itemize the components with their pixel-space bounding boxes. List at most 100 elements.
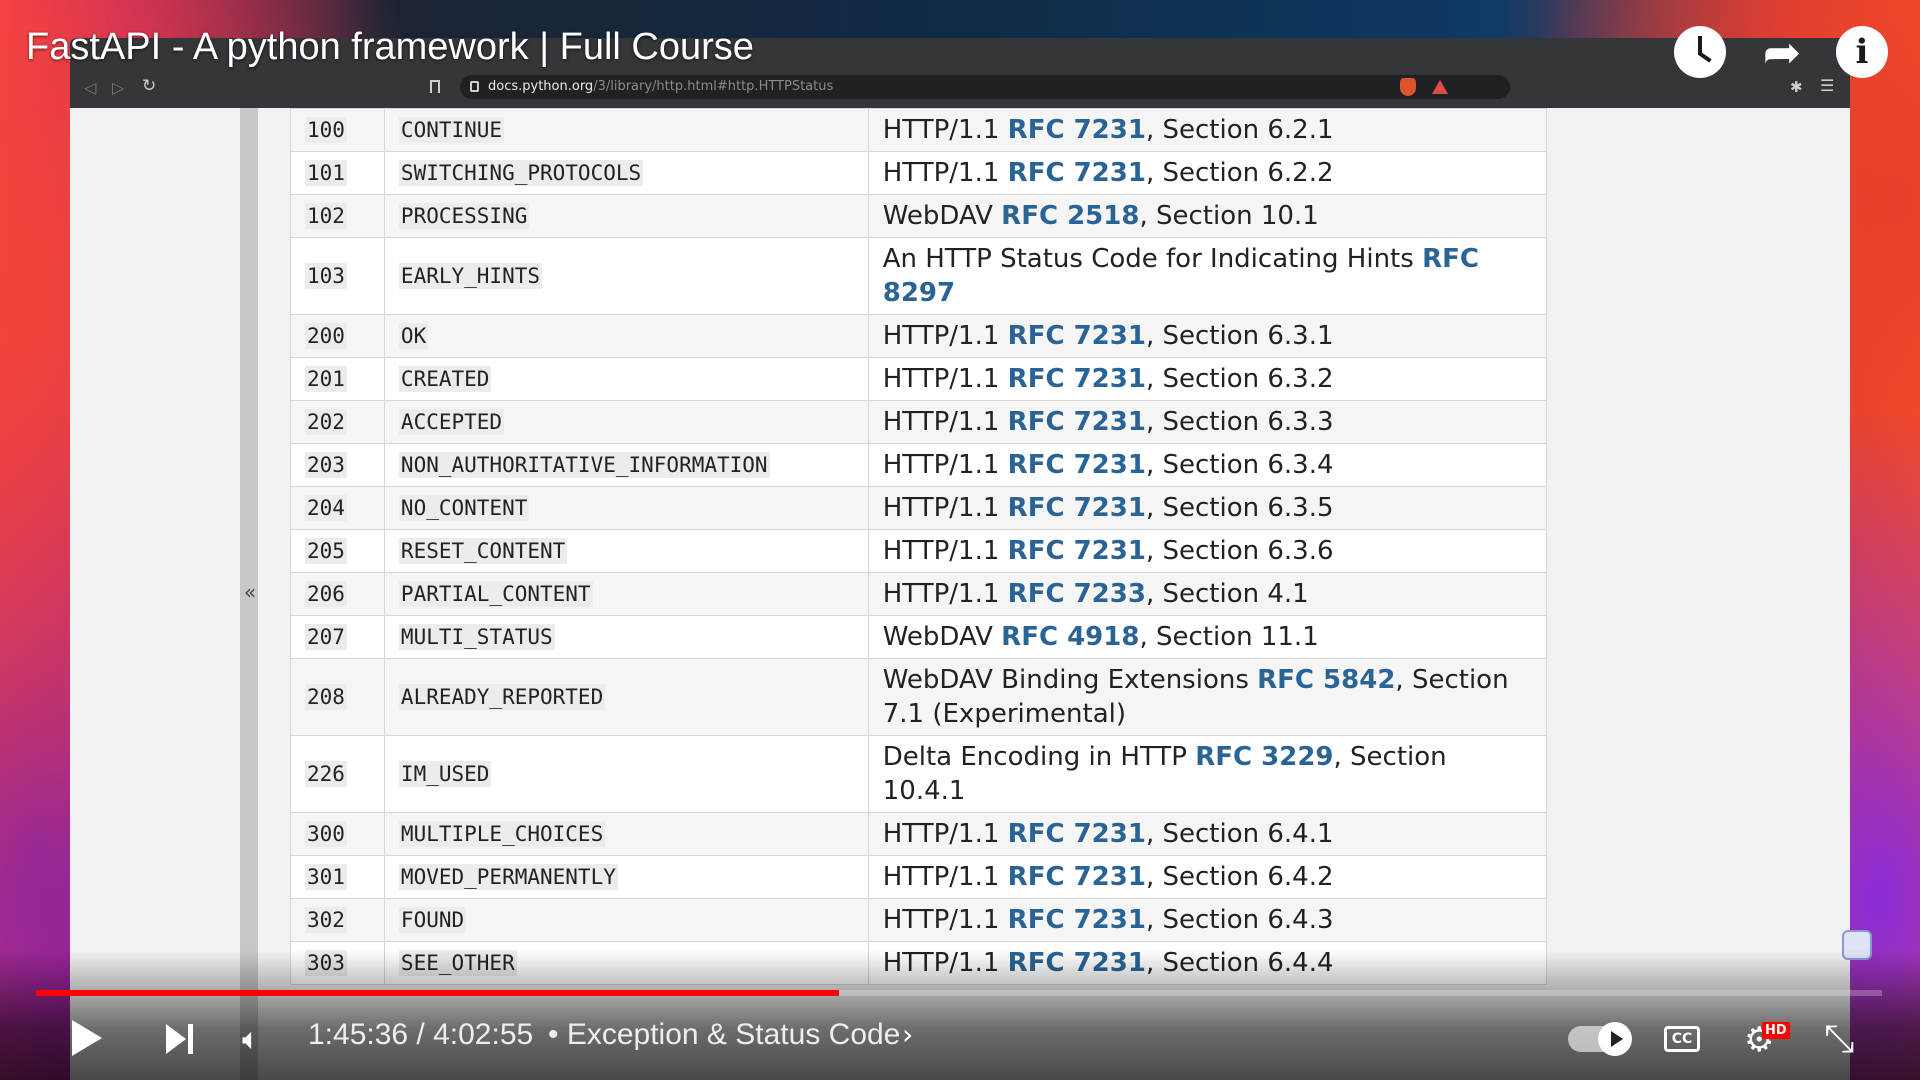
description-suffix: , Section 6.3.1 (1145, 321, 1334, 351)
status-name-cell: ALREADY_REPORTED (383, 658, 869, 736)
status-description-cell: HTTP/1.1 RFC 7231, Section 6.4.2 (867, 855, 1548, 899)
rfc-link[interactable]: RFC 2518 (1001, 201, 1139, 231)
status-name-cell: EARLY_HINTS (383, 237, 869, 315)
brave-shield-icon[interactable] (1400, 78, 1416, 96)
chapter-title[interactable]: • Exception & Status Code (548, 1018, 900, 1052)
status-description-cell: HTTP/1.1 RFC 7231, Section 6.4.3 (867, 898, 1548, 942)
rfc-link[interactable]: RFC 7231 (1008, 819, 1146, 849)
address-bar[interactable]: docs.python.org/3/library/http.html#http… (460, 75, 1510, 99)
puzzle-extensions-icon[interactable]: ✱ (1790, 78, 1803, 96)
description-prefix: HTTP/1.1 (882, 862, 1008, 892)
rfc-link[interactable]: RFC 4918 (1001, 622, 1139, 652)
table-row: 226 IM_USED Delta Encoding in HTTP RFC 322… (290, 735, 1548, 813)
status-description-cell: HTTP/1.1 RFC 7231, Section 6.2.1 (867, 108, 1548, 152)
description-prefix: HTTP/1.1 (882, 115, 1008, 145)
fullscreen-exit-icon[interactable]: ⤡ (1824, 1016, 1854, 1061)
rfc-link[interactable]: RFC 7231 (1008, 536, 1146, 566)
table-row: 100 CONTINUE HTTP/1.1 RFC 7231, Section 6.… (290, 108, 1548, 152)
status-code: 208 (305, 684, 347, 710)
skip-next-icon[interactable] (166, 1024, 194, 1054)
status-description-cell: HTTP/1.1 RFC 7231, Section 6.3.5 (867, 486, 1548, 530)
status-name: RESET_CONTENT (398, 538, 568, 564)
rfc-link[interactable]: RFC 7231 (1008, 364, 1146, 394)
reload-icon[interactable]: ↻ (142, 76, 156, 96)
status-name-cell: NON_AUTHORITATIVE_INFORMATION (383, 443, 869, 487)
status-name-cell: RESET_CONTENT (383, 529, 869, 573)
status-name: NO_CONTENT (398, 495, 530, 521)
description-prefix: WebDAV (882, 201, 1002, 231)
status-code-cell: 301 (290, 855, 385, 899)
status-code-cell: 302 (290, 898, 385, 942)
status-name: MULTI_STATUS (398, 624, 555, 650)
sidebar-collapse-button[interactable]: « (240, 580, 260, 604)
menu-icon[interactable]: ☰ (1820, 76, 1834, 95)
play-icon[interactable] (72, 1020, 102, 1056)
status-name-cell: MULTI_STATUS (383, 615, 869, 659)
table-row: 200 OK HTTP/1.1 RFC 7231, Section 6.3.1 (290, 314, 1548, 358)
back-arrow-icon[interactable]: ◁ (84, 78, 96, 97)
status-code-cell: 207 (290, 615, 385, 659)
status-name-cell: ACCEPTED (383, 400, 869, 444)
table-row: 201 CREATED HTTP/1.1 RFC 7231, Section 6.3… (290, 357, 1548, 401)
rfc-link[interactable]: RFC 7231 (1008, 862, 1146, 892)
description-prefix: Delta Encoding in HTTP (882, 742, 1196, 772)
status-description-cell: An HTTP Status Code for Indicating Hints… (867, 237, 1548, 315)
time-display: 1:45:36 / 4:02:55 (308, 1018, 534, 1051)
rfc-link[interactable]: RFC 7231 (1008, 321, 1146, 351)
status-name: EARLY_HINTS (398, 263, 542, 289)
table-row: 103 EARLY_HINTS An HTTP Status Code for In… (290, 237, 1548, 315)
forward-arrow-icon[interactable]: ▷ (112, 78, 124, 97)
rewards-triangle-icon[interactable] (1432, 80, 1448, 94)
status-description-cell: HTTP/1.1 RFC 7231, Section 6.2.2 (867, 151, 1548, 195)
status-name-cell: MULTIPLE_CHOICES (383, 812, 869, 856)
status-description-cell: WebDAV RFC 2518, Section 10.1 (867, 194, 1548, 238)
status-code: 226 (305, 761, 347, 787)
captions-button[interactable]: CC (1664, 1026, 1700, 1052)
status-name-cell: PARTIAL_CONTENT (383, 572, 869, 616)
info-icon[interactable]: i (1836, 26, 1888, 78)
lock-icon (470, 81, 479, 92)
status-code-cell: 100 (290, 108, 385, 152)
status-name: PROCESSING (398, 203, 530, 229)
rfc-link[interactable]: RFC 7231 (1008, 905, 1146, 935)
rfc-link[interactable]: RFC 7231 (1008, 493, 1146, 523)
rfc-link[interactable]: RFC 7233 (1008, 579, 1146, 609)
volume-icon[interactable]: 🔈︎ (242, 1022, 260, 1057)
rfc-link[interactable]: RFC 7231 (1008, 450, 1146, 480)
status-code: 207 (305, 624, 347, 650)
description-prefix: HTTP/1.1 (882, 579, 1008, 609)
rfc-link[interactable]: RFC 5842 (1257, 665, 1395, 695)
clock-icon[interactable] (1674, 26, 1726, 78)
status-name-cell: OK (383, 314, 869, 358)
status-code-cell: 102 (290, 194, 385, 238)
progress-bar[interactable] (36, 990, 1882, 996)
status-name-cell: CREATED (383, 357, 869, 401)
status-description-cell: HTTP/1.1 RFC 7231, Section 6.3.6 (867, 529, 1548, 573)
table-row: 206 PARTIAL_CONTENT HTTP/1.1 RFC 7233, Sec… (290, 572, 1548, 616)
description-suffix: , Section 6.3.5 (1145, 493, 1334, 523)
description-suffix: , Section 6.4.2 (1145, 862, 1334, 892)
status-code-cell: 200 (290, 314, 385, 358)
video-title[interactable]: FastAPI - A python framework | Full Cour… (26, 26, 754, 69)
rfc-link[interactable]: RFC 7231 (1008, 115, 1146, 145)
status-description-cell: HTTP/1.1 RFC 7231, Section 6.3.2 (867, 357, 1548, 401)
autoplay-toggle[interactable] (1568, 1022, 1632, 1056)
browser-window: ◁ ▷ ↻ docs.python.org/3/library/http.htm… (70, 38, 1850, 1080)
status-name: OK (398, 323, 429, 349)
rfc-link[interactable]: RFC 3229 (1195, 742, 1333, 772)
http-status-table: 100 CONTINUE HTTP/1.1 RFC 7231, Section 6.… (290, 108, 1548, 985)
chevron-right-icon[interactable]: › (902, 1018, 913, 1051)
status-code: 100 (305, 117, 347, 143)
status-code-cell: 300 (290, 812, 385, 856)
status-name-cell: PROCESSING (383, 194, 869, 238)
status-name: NON_AUTHORITATIVE_INFORMATION (398, 452, 770, 478)
description-prefix: WebDAV Binding Extensions (882, 665, 1258, 695)
share-arrow-icon[interactable]: ➦ (1756, 26, 1808, 78)
status-code: 302 (305, 907, 347, 933)
description-prefix: HTTP/1.1 (882, 158, 1008, 188)
status-code: 101 (305, 160, 347, 186)
rfc-link[interactable]: RFC 7231 (1008, 158, 1146, 188)
bookmark-icon[interactable] (430, 80, 440, 93)
table-row: 204 NO_CONTENT HTTP/1.1 RFC 7231, Section … (290, 486, 1548, 530)
rfc-link[interactable]: RFC 7231 (1008, 407, 1146, 437)
